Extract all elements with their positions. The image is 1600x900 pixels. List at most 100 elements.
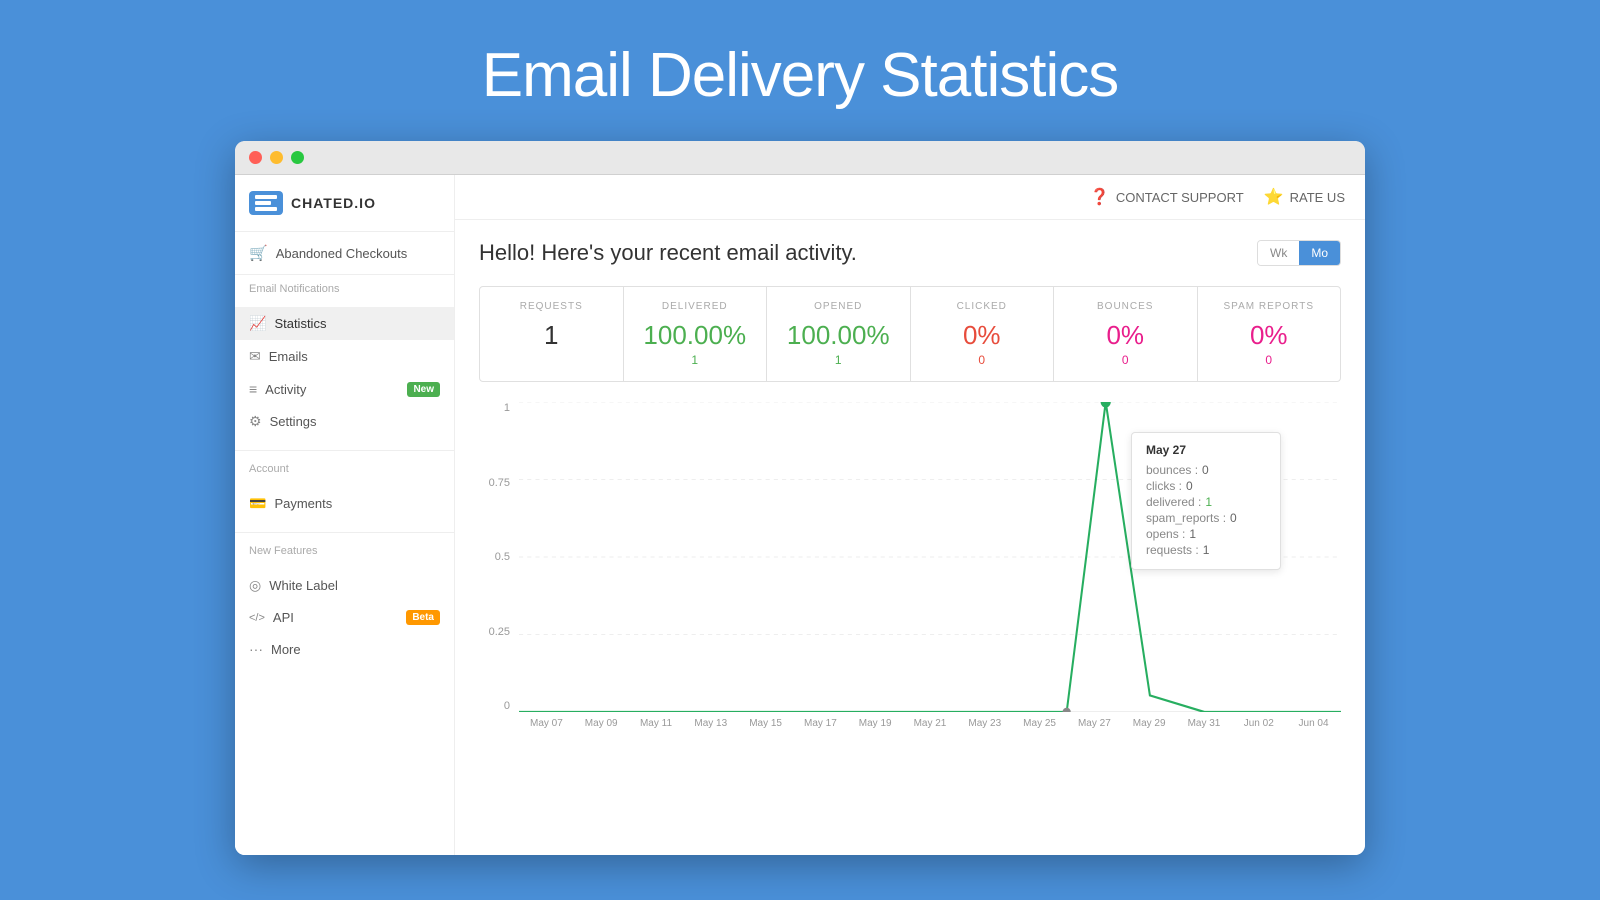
- tooltip-clicks-val: 0: [1186, 479, 1193, 493]
- y-label-05: 0.5: [495, 551, 514, 563]
- y-label-1: 1: [504, 402, 514, 414]
- x-label-may25: May 25: [1012, 718, 1067, 729]
- help-circle-icon: ❓: [1090, 187, 1110, 207]
- chart-tooltip: May 27 bounces : 0 clicks : 0 delivered …: [1131, 432, 1281, 570]
- x-label-jun04: Jun 04: [1286, 718, 1341, 729]
- abandoned-checkouts-label: Abandoned Checkouts: [276, 246, 408, 261]
- traffic-light-red[interactable]: [249, 151, 262, 164]
- tooltip-bounces: bounces : 0: [1146, 463, 1266, 477]
- stat-sub-opened: 1: [783, 353, 894, 367]
- stat-value-bounces: 0%: [1070, 320, 1181, 351]
- traffic-light-yellow[interactable]: [270, 151, 283, 164]
- stat-value-spam: 0%: [1214, 320, 1325, 351]
- white-label-icon: ◎: [249, 577, 261, 594]
- tooltip-requests: requests : 1: [1146, 543, 1266, 557]
- activity-new-badge: New: [407, 382, 440, 397]
- settings-icon: ⚙: [249, 413, 262, 430]
- contact-support-label: CONTACT SUPPORT: [1116, 190, 1244, 205]
- sidebar-item-emails[interactable]: ✉ Emails: [235, 340, 454, 373]
- stats-area: Hello! Here's your recent email activity…: [455, 220, 1365, 752]
- sidebar-item-white-label[interactable]: ◎ White Label: [235, 569, 454, 602]
- logo-text: CHATED.IO: [291, 195, 376, 211]
- sidebar-item-activity[interactable]: ≡ Activity New: [235, 373, 454, 405]
- sidebar-item-settings-label: Settings: [270, 414, 317, 429]
- period-mo-button[interactable]: Mo: [1299, 241, 1340, 265]
- stat-card-requests: REQUESTS 1: [480, 287, 624, 381]
- sidebar-item-abandoned-checkouts[interactable]: 🛒 Abandoned Checkouts: [235, 232, 454, 275]
- statistics-icon: 📈: [249, 315, 266, 332]
- topbar: ❓ CONTACT SUPPORT ⭐ RATE US: [455, 175, 1365, 220]
- sidebar: CHATED.IO 🛒 Abandoned Checkouts Email No…: [235, 175, 455, 855]
- sidebar-item-statistics[interactable]: 📈 Statistics: [235, 307, 454, 340]
- y-label-075: 0.75: [489, 477, 514, 489]
- sidebar-item-settings[interactable]: ⚙ Settings: [235, 405, 454, 438]
- traffic-light-green[interactable]: [291, 151, 304, 164]
- tooltip-spam-val: 0: [1230, 511, 1237, 525]
- sidebar-item-emails-label: Emails: [269, 349, 308, 364]
- tooltip-clicks-key: clicks :: [1146, 479, 1182, 493]
- cart-icon: 🛒: [249, 244, 268, 262]
- tooltip-opens: opens : 1: [1146, 527, 1266, 541]
- y-label-0: 0: [504, 700, 514, 712]
- stats-cards: REQUESTS 1 DELIVERED 100.00% 1 OPENED 10…: [479, 286, 1341, 382]
- sidebar-item-api[interactable]: </> API Beta: [235, 602, 454, 633]
- contact-support-button[interactable]: ❓ CONTACT SUPPORT: [1090, 187, 1244, 207]
- sidebar-item-more-label: More: [271, 642, 301, 657]
- sidebar-item-payments[interactable]: 💳 Payments: [235, 487, 454, 520]
- main-content: ❓ CONTACT SUPPORT ⭐ RATE US Hello! Here'…: [455, 175, 1365, 855]
- sidebar-item-more[interactable]: ··· More: [235, 633, 454, 665]
- page-title: Email Delivery Statistics: [482, 0, 1118, 141]
- api-beta-badge: Beta: [406, 610, 440, 625]
- x-label-may21: May 21: [903, 718, 958, 729]
- x-label-may23: May 23: [957, 718, 1012, 729]
- tooltip-bounces-val: 0: [1202, 463, 1209, 477]
- stat-card-spam: SPAM REPORTS 0% 0: [1198, 287, 1341, 381]
- x-label-may09: May 09: [574, 718, 629, 729]
- tooltip-delivered-val: 1: [1205, 495, 1212, 509]
- tooltip-opens-val: 1: [1189, 527, 1196, 541]
- stats-title-row: Hello! Here's your recent email activity…: [479, 240, 1341, 266]
- tooltip-delivered: delivered : 1: [1146, 495, 1266, 509]
- stat-sub-delivered: 1: [640, 353, 751, 367]
- stat-card-clicked: CLICKED 0% 0: [911, 287, 1055, 381]
- tooltip-date: May 27: [1146, 443, 1266, 457]
- sidebar-item-white-label-label: White Label: [269, 578, 338, 593]
- stat-label-clicked: CLICKED: [927, 301, 1038, 312]
- stats-heading: Hello! Here's your recent email activity…: [479, 240, 857, 266]
- rate-us-button[interactable]: ⭐ RATE US: [1264, 187, 1345, 207]
- chart-container: 1 0.75 0.5 0.25 0: [479, 402, 1341, 742]
- sidebar-nav-section: 📈 Statistics ✉ Emails ≡ Activity New ⚙ S…: [235, 299, 454, 446]
- sidebar-item-statistics-label: Statistics: [274, 316, 326, 331]
- stat-value-requests: 1: [496, 320, 607, 351]
- x-label-may19: May 19: [848, 718, 903, 729]
- sidebar-account-section: 💳 Payments: [235, 479, 454, 528]
- stat-label-requests: REQUESTS: [496, 301, 607, 312]
- logo-icon: [249, 191, 283, 215]
- stat-value-clicked: 0%: [927, 320, 1038, 351]
- sidebar-item-payments-label: Payments: [274, 496, 332, 511]
- stat-value-delivered: 100.00%: [640, 320, 751, 351]
- sidebar-item-activity-label: Activity: [265, 382, 306, 397]
- new-features-section-label: New Features: [235, 537, 454, 561]
- email-notifications-label: Email Notifications: [235, 275, 454, 299]
- x-label-may17: May 17: [793, 718, 848, 729]
- period-wk-button[interactable]: Wk: [1258, 241, 1299, 265]
- stat-label-spam: SPAM REPORTS: [1214, 301, 1325, 312]
- stat-card-opened: OPENED 100.00% 1: [767, 287, 911, 381]
- x-axis: May 07 May 09 May 11 May 13 May 15 May 1…: [519, 712, 1341, 742]
- stat-label-opened: OPENED: [783, 301, 894, 312]
- x-label-jun02: Jun 02: [1231, 718, 1286, 729]
- star-icon: ⭐: [1264, 187, 1284, 207]
- x-label-may13: May 13: [683, 718, 738, 729]
- stat-value-opened: 100.00%: [783, 320, 894, 351]
- x-label-may15: May 15: [738, 718, 793, 729]
- stat-label-delivered: DELIVERED: [640, 301, 751, 312]
- account-section-label: Account: [235, 455, 454, 479]
- y-axis: 1 0.75 0.5 0.25 0: [479, 402, 514, 712]
- y-label-025: 0.25: [489, 626, 514, 638]
- sidebar-item-api-label: API: [273, 610, 294, 625]
- stat-sub-clicked: 0: [927, 353, 1038, 367]
- x-label-may07: May 07: [519, 718, 574, 729]
- sidebar-divider-1: [235, 450, 454, 451]
- emails-icon: ✉: [249, 348, 261, 365]
